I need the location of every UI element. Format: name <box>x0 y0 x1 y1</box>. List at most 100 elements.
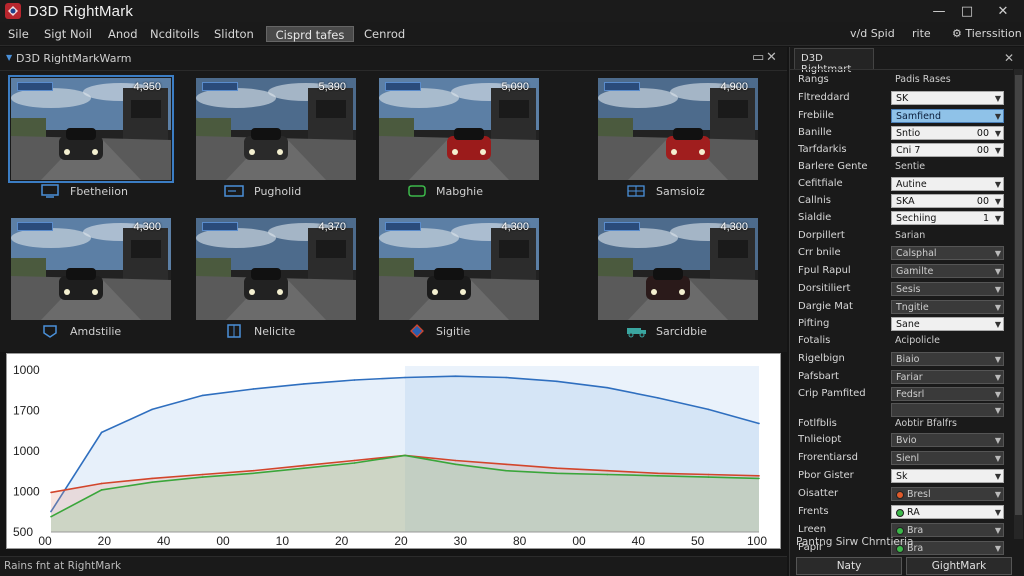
scene-thumbnail[interactable]: 5,390 <box>196 78 356 180</box>
scene-caption[interactable]: Pugholid <box>224 184 301 198</box>
property-value[interactable]: SKA 00 ▼ <box>891 194 1004 208</box>
scene-thumbnail[interactable]: 4,350 <box>8 75 174 183</box>
scene-caption[interactable]: Samsioiz <box>626 184 705 198</box>
property-row[interactable]: Fltreddard SK ▼ <box>790 90 1013 107</box>
property-row[interactable]: Frorentiarsd Sienl ▼ <box>790 450 1013 467</box>
menu-item-file[interactable]: Sile <box>4 26 33 42</box>
property-value[interactable]: Fedsrl ▼ <box>891 387 1004 401</box>
rightmark-button[interactable]: GightMark <box>906 557 1012 575</box>
scene-thumbnail[interactable]: 4,300 <box>379 218 539 320</box>
property-row[interactable]: Pafsbart Fariar ▼ <box>790 369 1013 386</box>
property-row[interactable]: Rigelbign Biaio ▼ <box>790 351 1013 368</box>
property-row[interactable]: Oisatter Bresl ▼ <box>790 486 1013 503</box>
property-value[interactable]: Biaio ▼ <box>891 352 1004 366</box>
property-value[interactable]: Sane ▼ <box>891 317 1004 331</box>
property-row[interactable]: Sialdie Sechiing 1 ▼ <box>790 210 1013 227</box>
menu-right-item-1[interactable]: v/d Spid <box>850 27 895 40</box>
scene-caption[interactable]: Sarcidbie <box>626 324 707 338</box>
property-value[interactable]: Aobtir Bfalfrs <box>891 417 1004 431</box>
menu-item-4[interactable]: Ncditoils <box>146 26 203 42</box>
property-value[interactable]: ▼ <box>891 403 1004 417</box>
property-value[interactable]: Sechiing 1 ▼ <box>891 211 1004 225</box>
property-value[interactable]: Gamilte ▼ <box>891 264 1004 278</box>
property-value[interactable]: Sienl ▼ <box>891 451 1004 465</box>
property-value[interactable]: Calsphal ▼ <box>891 246 1004 260</box>
property-row[interactable]: Dorsitiliert Sesis ▼ <box>790 281 1013 298</box>
menu-right-item-2[interactable]: rite <box>912 27 931 40</box>
property-value[interactable]: Sentie <box>891 160 1004 174</box>
property-row[interactable]: Pbor Gister Sk ▼ <box>790 468 1013 485</box>
scene-caption[interactable]: Fbetheiion <box>40 184 128 198</box>
property-value[interactable]: Bresl ▼ <box>891 487 1004 501</box>
property-row[interactable]: Pifting Sane ▼ <box>790 316 1013 333</box>
property-value[interactable]: Acipolicle <box>891 334 1004 348</box>
close-window-button[interactable]: ✕ <box>986 0 1020 22</box>
property-row[interactable]: Tarfdarkis Cni 7 00 ▼ <box>790 142 1013 159</box>
panel-close-icon[interactable]: ✕ <box>766 50 777 65</box>
property-row[interactable]: Fpul Rapul Gamilte ▼ <box>790 263 1013 280</box>
collapse-arrow-icon[interactable]: ▼ <box>6 53 12 62</box>
scene-thumbnail[interactable]: 4,300 <box>11 218 171 320</box>
scene-thumbnail[interactable]: 4,900 <box>598 78 758 180</box>
menu-item-3[interactable]: Anod <box>104 26 142 42</box>
scene-thumbnail[interactable]: 4,300 <box>598 218 758 320</box>
property-value[interactable]: Cni 7 00 ▼ <box>891 143 1004 157</box>
menu-item-5[interactable]: Slidton <box>210 26 258 42</box>
property-row[interactable]: Crr bnile Calsphal ▼ <box>790 245 1013 262</box>
property-row[interactable]: Dargie Mat Tngitie ▼ <box>790 299 1013 316</box>
scene-thumbnail[interactable]: 5,090 <box>379 78 539 180</box>
property-value[interactable]: Autine ▼ <box>891 177 1004 191</box>
properties-scrollbar[interactable] <box>1014 69 1023 539</box>
property-value[interactable]: SK ▼ <box>891 91 1004 105</box>
property-value[interactable]: Sntio 00 ▼ <box>891 126 1004 140</box>
properties-tab[interactable]: D3D Rightmart <box>794 48 874 75</box>
menu-item-2[interactable]: Sigt Noil <box>40 26 96 42</box>
grid-icon <box>627 185 645 197</box>
scrollbar-thumb[interactable] <box>1015 75 1022 515</box>
property-row[interactable]: Frents RA ▼ <box>790 504 1013 521</box>
scene-thumbnail[interactable]: 4,370 <box>196 218 356 320</box>
scene-caption[interactable]: Nelicite <box>224 324 295 338</box>
property-row[interactable]: Crip Pamfited Fedsrl ▼ <box>790 386 1013 403</box>
menu-item-active[interactable]: Cisprd tafes <box>266 26 354 42</box>
panel-menu-icon[interactable]: ▭ <box>752 50 764 65</box>
building-window <box>718 240 748 258</box>
property-value[interactable]: Sarian <box>891 229 1004 243</box>
building-window <box>131 240 161 258</box>
data-point <box>505 469 507 472</box>
property-value[interactable]: Sk ▼ <box>891 469 1004 483</box>
scene-score: 5,390 <box>318 81 346 93</box>
data-point <box>606 386 609 389</box>
scene-image <box>379 218 539 320</box>
apply-button[interactable]: Naty <box>796 557 902 575</box>
property-value[interactable]: Fariar ▼ <box>891 370 1004 384</box>
property-number: 00 <box>976 145 989 156</box>
property-row[interactable]: Tnlieiopt Bvio ▼ <box>790 432 1013 449</box>
property-value[interactable]: Bvio ▼ <box>891 433 1004 447</box>
headlight <box>651 289 657 295</box>
property-value[interactable]: Tngitie ▼ <box>891 300 1004 314</box>
property-value[interactable]: RA ▼ <box>891 505 1004 519</box>
scene-caption[interactable]: Mabghie <box>406 184 483 198</box>
scene-caption[interactable]: Amdstilie <box>40 324 121 338</box>
menu-right-item-3[interactable]: ⚙ Tierssition <box>952 27 1022 40</box>
property-row[interactable]: Frebiile Samfiend ▼ <box>790 108 1013 125</box>
maximize-button[interactable]: □ <box>950 0 984 22</box>
property-row[interactable]: Dorpillert Sarian <box>790 228 1013 245</box>
property-value[interactable]: Samfiend ▼ <box>891 109 1004 123</box>
dropdown-arrow-icon: ▼ <box>994 472 1001 481</box>
property-value[interactable]: Sesis ▼ <box>891 282 1004 296</box>
property-row[interactable]: Fotalis Acipolicle <box>790 333 1013 350</box>
data-point <box>252 472 255 475</box>
property-row[interactable]: Banille Sntio 00 ▼ <box>790 125 1013 142</box>
property-row[interactable]: Callnis SKA 00 ▼ <box>790 193 1013 210</box>
dropdown-arrow-icon: ▼ <box>994 490 1001 499</box>
x-tick-label: 00 <box>216 534 230 548</box>
property-value[interactable]: Bra ▼ <box>891 523 1004 537</box>
property-row[interactable]: Fotlfblis Aobtir Bfalfrs <box>790 416 1013 433</box>
properties-close-icon[interactable]: ✕ <box>1004 51 1014 65</box>
property-row[interactable]: Cefitfiale Autine ▼ <box>790 176 1013 193</box>
scene-caption[interactable]: Sigitie <box>406 324 470 338</box>
property-row[interactable]: Barlere Gente Sentie <box>790 159 1013 176</box>
menu-item-7[interactable]: Cenrod <box>360 26 409 42</box>
